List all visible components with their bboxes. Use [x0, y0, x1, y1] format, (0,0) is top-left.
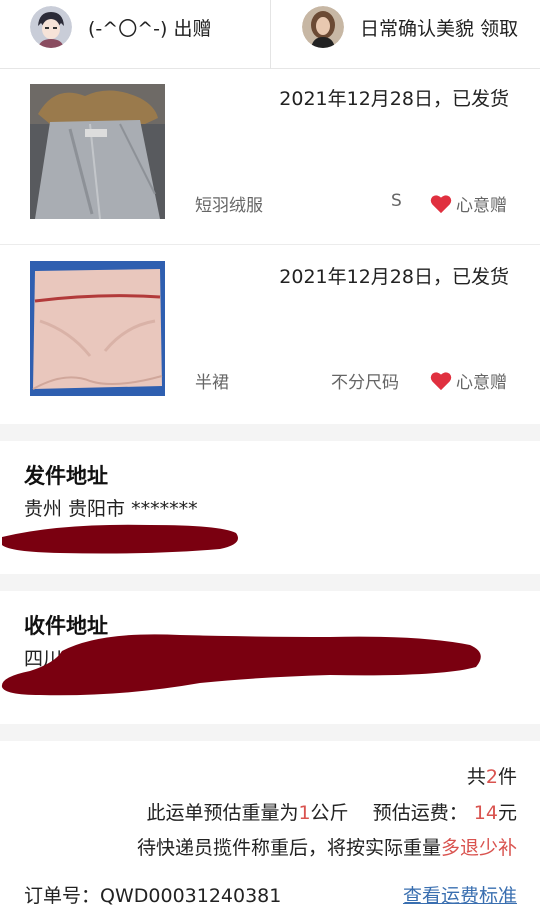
giver-avatar[interactable] [30, 6, 72, 48]
item-row[interactable]: 2021年12月28日，已发货 短羽绒服 S 心意赠 [0, 70, 540, 245]
redaction-scribble [2, 524, 238, 554]
heart-icon [430, 371, 452, 390]
header-divider [270, 0, 271, 69]
receiver-avatar[interactable] [302, 6, 344, 48]
item-name: 短羽绒服 [195, 196, 263, 216]
shipping-summary: 共2件 此运单预估重量为1公斤 预估运费： 14元 待快递员揽件称重后，将按实际… [0, 741, 540, 913]
refund-note: 待快递员揽件称重后，将按实际重量多退少补 [136, 837, 517, 859]
gift-tag: 心意赠 [430, 191, 507, 216]
header-bar: (-^〇^-) 出赠 日常确认美貌 领取 [0, 0, 540, 69]
item-row[interactable]: 2021年12月28日，已发货 半裙 不分尺码 心意赠 [0, 246, 540, 424]
section-gap [0, 574, 540, 591]
receiver-address-card: 收件地址 四川 [0, 591, 540, 724]
section-gap [0, 424, 540, 441]
item-image-skirt[interactable] [30, 261, 165, 396]
fee-standard-link[interactable]: 查看运费标准 [403, 881, 517, 908]
giver-user[interactable]: (-^〇^-) 出赠 [30, 6, 211, 48]
heart-icon [430, 194, 452, 213]
item-name: 半裙 [195, 373, 229, 393]
gift-tag: 心意赠 [430, 368, 507, 393]
item-image-down-jacket[interactable] [30, 84, 165, 219]
order-number: 订单号：QWD00031240381 [24, 885, 282, 907]
item-count: 共2件 [466, 766, 517, 788]
section-gap [0, 724, 540, 741]
weight-fee-estimate: 此运单预估重量为1公斤 预估运费： 14元 [146, 802, 517, 824]
receiver-user[interactable]: 日常确认美貌 领取 [302, 6, 518, 48]
redaction-scribble [1, 634, 481, 696]
shipping-date: 2021年12月28日，已发货 [279, 88, 509, 110]
sender-address-card: 发件地址 贵州 贵阳市 ******* [0, 441, 540, 574]
giver-label: (-^〇^-) 出赠 [88, 17, 212, 40]
shipping-date: 2021年12月28日，已发货 [279, 266, 509, 288]
item-size: 不分尺码 [331, 373, 399, 393]
item-size: S [391, 191, 402, 211]
receiver-label: 日常确认美貌 领取 [360, 17, 519, 40]
